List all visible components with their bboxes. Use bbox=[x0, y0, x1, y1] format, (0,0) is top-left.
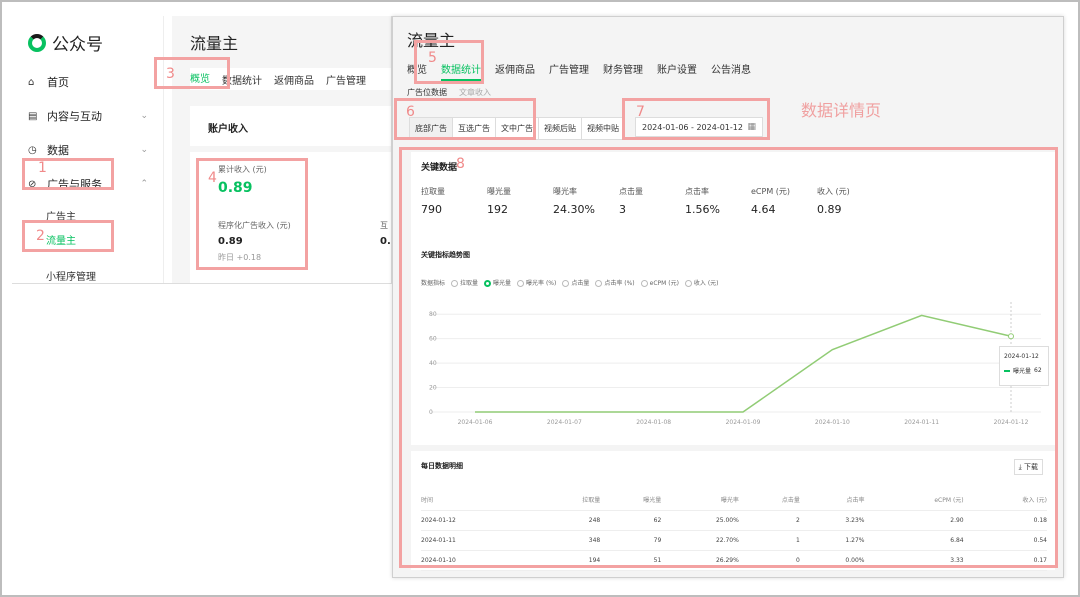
sub-miniprogram[interactable]: 小程序管理 bbox=[46, 268, 96, 283]
annotation-number-2: 2 bbox=[36, 228, 45, 244]
document-icon: ▤ bbox=[28, 110, 38, 122]
subtab-article-income[interactable]: 文章收入 bbox=[459, 87, 491, 98]
wechat-logo-icon bbox=[28, 33, 46, 52]
annotation-number-3: 3 bbox=[166, 66, 175, 82]
tab-announcements[interactable]: 公告消息 bbox=[711, 61, 751, 81]
cut-value: 0.0 bbox=[380, 236, 391, 247]
annotation-box-5 bbox=[414, 40, 484, 84]
annotation-box-1 bbox=[22, 158, 114, 190]
account-card-header: 账户收入 bbox=[190, 106, 391, 146]
tab-ad-management[interactable]: 广告管理 bbox=[549, 61, 589, 81]
annotation-number-4: 4 bbox=[208, 170, 217, 186]
brand-name: 公众号 bbox=[52, 35, 103, 55]
subtab-ad-slot-data[interactable]: 广告位数据 bbox=[407, 87, 447, 98]
cut-label: 互 bbox=[380, 221, 388, 230]
position-video-post[interactable]: 视频后贴 bbox=[538, 117, 582, 140]
home-icon: ⌂ bbox=[28, 76, 35, 88]
detail-page-note: 数据详情页 bbox=[801, 101, 882, 120]
canvas: 公众号 ⌂ 首页 ▤ 内容与互动 ⌄ ◷ 数据 ⌄ ⊘ 广告与服务 ⌃ 广告主 bbox=[0, 0, 1080, 597]
account-card-title: 账户收入 bbox=[208, 124, 248, 135]
tab-commission[interactable]: 返佣商品 bbox=[274, 72, 314, 87]
tab-account-settings[interactable]: 账户设置 bbox=[657, 61, 697, 81]
tab-finance[interactable]: 财务管理 bbox=[603, 61, 643, 81]
clock-icon: ◷ bbox=[28, 144, 37, 156]
annotation-number-5: 5 bbox=[428, 50, 437, 66]
annotation-number-6: 6 bbox=[406, 104, 415, 120]
nav-content[interactable]: ▤ 内容与互动 ⌄ bbox=[28, 108, 148, 124]
nav-label: 首页 bbox=[47, 76, 69, 89]
annotation-number-7: 7 bbox=[636, 104, 645, 120]
chevron-up-icon: ⌃ bbox=[140, 179, 148, 189]
tab-commission[interactable]: 返佣商品 bbox=[495, 61, 535, 81]
position-video-mid[interactable]: 视频中贴 bbox=[581, 117, 625, 140]
detail-subtabs: 广告位数据 文章收入 bbox=[407, 87, 491, 98]
annotation-box-6 bbox=[394, 98, 536, 140]
chevron-down-icon: ⌄ bbox=[140, 145, 148, 155]
chevron-down-icon: ⌄ bbox=[140, 111, 148, 121]
nav-data[interactable]: ◷ 数据 ⌄ bbox=[28, 142, 148, 158]
nav-label: 数据 bbox=[47, 144, 69, 157]
nav-home[interactable]: ⌂ 首页 bbox=[28, 74, 148, 90]
annotation-box-8 bbox=[399, 147, 1058, 568]
page-title: 流量主 bbox=[190, 34, 239, 53]
annotation-number-1: 1 bbox=[38, 160, 47, 176]
tab-ad-management[interactable]: 广告管理 bbox=[326, 72, 366, 87]
nav-label: 内容与互动 bbox=[47, 110, 102, 123]
brand-logo[interactable]: 公众号 bbox=[28, 30, 103, 55]
annotation-number-8: 8 bbox=[456, 156, 465, 172]
